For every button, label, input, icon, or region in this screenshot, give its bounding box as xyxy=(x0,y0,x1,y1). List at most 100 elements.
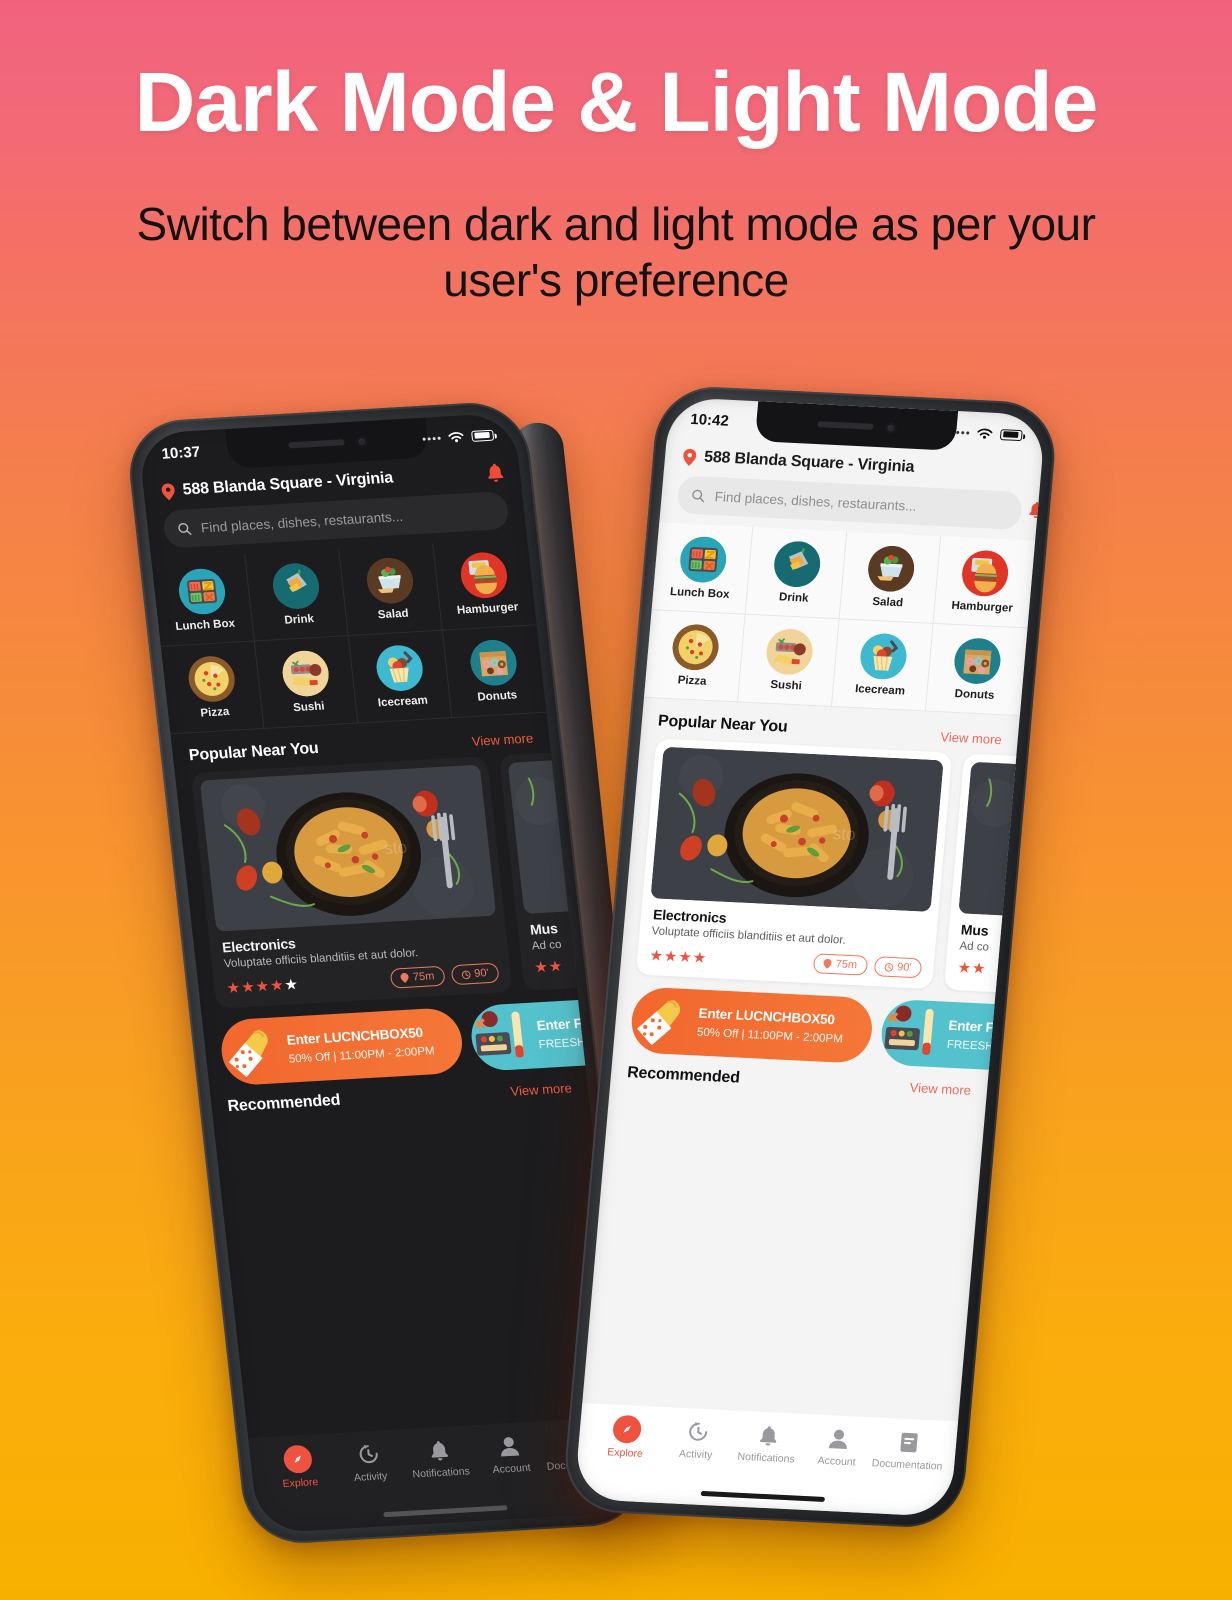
sushi-icon xyxy=(764,628,814,676)
search-icon xyxy=(178,522,192,535)
category-hamburger[interactable]: Hamburger xyxy=(433,537,537,631)
distance-chip: 75m xyxy=(812,953,868,976)
tab-label: Account xyxy=(817,1454,857,1469)
rating-stars: ★★★★★ xyxy=(225,975,300,997)
location-address: 588 Blanda Square - Virginia xyxy=(181,469,394,499)
category-label: Icecream xyxy=(377,694,429,710)
popular-cards-row[interactable]: sto Electronics Voluptate officiis bland… xyxy=(175,746,635,1009)
icecream-cone-art xyxy=(218,1019,287,1084)
bottom-tab-bar: Explore Activity Notifications xyxy=(573,1403,959,1518)
svg-text:sto: sto xyxy=(832,824,856,844)
promo-banner-stage: Dark Mode & Light Mode Switch between da… xyxy=(0,0,1232,1600)
tab-label: Notifications xyxy=(737,1450,796,1466)
view-more-link[interactable]: View more xyxy=(510,1080,573,1098)
category-sushi[interactable]: Sushi xyxy=(254,636,359,729)
category-donuts[interactable]: Donuts xyxy=(442,625,547,719)
screen-light: 10:42 588 Blanda Square - Virginia Find … xyxy=(573,396,1047,1518)
battery-icon xyxy=(999,428,1023,441)
category-hamburger[interactable]: Hamburger xyxy=(933,536,1036,629)
bell-icon[interactable] xyxy=(486,463,505,483)
promo-subtitle: FREESHI xyxy=(946,1038,998,1054)
battery-icon xyxy=(470,429,495,442)
map-pin-icon xyxy=(400,972,409,983)
hamburger-icon xyxy=(458,551,509,599)
category-label: Drink xyxy=(778,591,809,605)
promo-card-lunchbox[interactable]: Enter LUCNCHBOX50 50% Off | 11:00PM - 2:… xyxy=(629,986,875,1064)
tab-activity[interactable]: Activity xyxy=(662,1417,732,1462)
popular-card[interactable]: Mus Ad co ★★ xyxy=(943,753,1047,997)
category-pizza[interactable]: Pizza xyxy=(643,610,746,703)
search-input[interactable]: Find places, dishes, restaurants... xyxy=(676,475,1043,531)
tab-account[interactable]: Account xyxy=(803,1424,873,1469)
map-pin-icon xyxy=(161,482,175,500)
promo-title: Enter F xyxy=(947,1017,995,1035)
distance-chip: 75m xyxy=(389,965,446,989)
icecream-icon xyxy=(374,644,425,692)
search-placeholder: Find places, dishes, restaurants... xyxy=(714,488,918,514)
category-label: Donuts xyxy=(476,689,518,704)
category-donuts[interactable]: Donuts xyxy=(925,623,1028,717)
category-pizza[interactable]: Pizza xyxy=(160,641,265,735)
category-label: Lunch Box xyxy=(174,617,236,633)
status-time: 10:42 xyxy=(689,410,730,430)
bento-art xyxy=(468,1005,537,1070)
donuts-icon xyxy=(952,637,1002,685)
time-chip: 90' xyxy=(873,956,923,979)
promo-subtitle: 50% Off | 11:00PM - 2:00PM xyxy=(288,1045,436,1066)
tab-label: Activity xyxy=(353,1470,388,1484)
lunchbox-icon xyxy=(678,536,728,584)
home-indicator xyxy=(700,1490,825,1502)
clock-icon xyxy=(884,962,893,972)
tab-documentation[interactable]: Documentation xyxy=(871,1428,944,1473)
category-label: Icecream xyxy=(854,683,906,698)
category-sushi[interactable]: Sushi xyxy=(737,614,840,707)
view-more-link[interactable]: View more xyxy=(471,730,534,748)
popular-card[interactable]: sto Electronics Voluptate officiis bland… xyxy=(635,738,953,989)
category-label: Sushi xyxy=(292,700,326,715)
tab-notifications[interactable]: Notifications xyxy=(733,1421,803,1466)
promo-card-freeship[interactable]: Enter F FREESHI xyxy=(878,998,1045,1073)
search-icon xyxy=(692,489,705,502)
sushi-icon xyxy=(280,649,331,697)
bell-icon[interactable] xyxy=(1028,502,1044,520)
category-icecream[interactable]: Icecream xyxy=(831,619,934,712)
donuts-icon xyxy=(468,639,519,687)
rating-stars: ★★★★ xyxy=(648,946,709,967)
pasta-bowl-photo: sto xyxy=(650,746,944,912)
section-title: Popular Near You xyxy=(188,739,320,765)
pizza-icon xyxy=(670,623,720,671)
popular-cards-row[interactable]: sto Electronics Voluptate officiis bland… xyxy=(620,738,1047,997)
popular-card[interactable]: sto Electronics Voluptate officiis bland… xyxy=(190,756,513,1009)
history-icon xyxy=(354,1440,383,1467)
bento-art xyxy=(879,1001,946,1066)
category-lunch-box[interactable]: Lunch Box xyxy=(651,522,754,615)
category-salad[interactable]: Salad xyxy=(339,543,443,637)
tab-explore[interactable]: Explore xyxy=(592,1414,662,1461)
tab-notifications[interactable]: Notifications xyxy=(404,1435,475,1481)
category-lunch-box[interactable]: Lunch Box xyxy=(151,553,255,647)
pasta-bowl-photo: sto xyxy=(199,764,497,932)
pasta-bowl-photo xyxy=(958,761,1047,920)
tab-activity[interactable]: Activity xyxy=(334,1439,405,1485)
category-drink[interactable]: Drink xyxy=(245,548,349,642)
category-salad[interactable]: Salad xyxy=(839,531,942,624)
compass-icon xyxy=(282,1444,314,1474)
home-indicator xyxy=(383,1505,508,1518)
wifi-icon xyxy=(448,431,464,442)
icecream-cone-art xyxy=(629,988,696,1053)
category-drink[interactable]: Drink xyxy=(745,527,848,620)
promo-subtitle: FREESHI xyxy=(538,1036,590,1052)
view-more-link[interactable]: View more xyxy=(940,729,1002,747)
promo-title: Enter LUCNCHBOX50 xyxy=(285,1024,424,1048)
promo-card-lunchbox[interactable]: Enter LUCNCHBOX50 50% Off | 11:00PM - 2:… xyxy=(218,1006,466,1087)
category-label: Pizza xyxy=(199,705,230,720)
tab-account[interactable]: Account xyxy=(475,1431,546,1477)
category-label: Salad xyxy=(871,595,904,610)
category-icecream[interactable]: Icecream xyxy=(348,630,453,724)
tab-explore[interactable]: Explore xyxy=(263,1443,334,1491)
category-label: Donuts xyxy=(954,687,995,702)
pizza-icon xyxy=(186,655,237,703)
view-more-link[interactable]: View more xyxy=(909,1079,971,1097)
salad-icon xyxy=(866,545,916,593)
drink-icon xyxy=(772,540,822,588)
